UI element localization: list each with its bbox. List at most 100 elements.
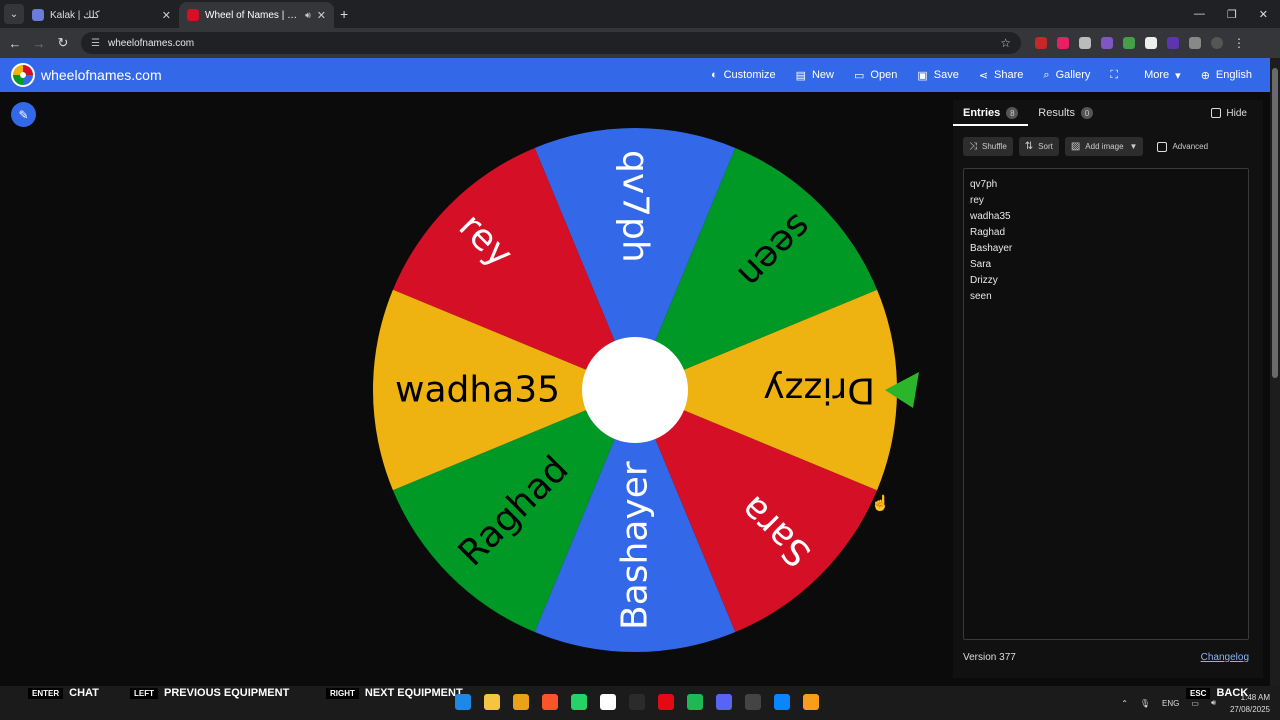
taskbar-app-icon[interactable]	[455, 694, 471, 710]
share-icon: ⋖	[978, 69, 989, 82]
taskbar-apps	[455, 694, 819, 710]
taskbar-app-icon[interactable]	[629, 694, 645, 710]
menu-item-share[interactable]: ⋖ Share	[969, 69, 1034, 82]
entry-line: rey	[970, 195, 984, 206]
close-icon[interactable]: ✕	[162, 9, 171, 22]
tab-entries[interactable]: Entries 8	[953, 100, 1029, 126]
taskbar-app-icon[interactable]	[571, 694, 587, 710]
taskbar-app-icon[interactable]	[803, 694, 819, 710]
taskbar-app-icon[interactable]	[774, 694, 790, 710]
site-info-icon[interactable]: ☰	[91, 38, 100, 49]
hint-key: LEFT	[130, 687, 158, 699]
menu-item-label: Customize	[723, 69, 776, 81]
tab-label: Results	[1038, 107, 1075, 119]
hint-action: CHAT	[69, 687, 99, 699]
extension-icon[interactable]	[1057, 37, 1069, 49]
extension-icon[interactable]	[1123, 37, 1135, 49]
taskbar-app-icon[interactable]	[542, 694, 558, 710]
menu-item-more[interactable]: More ▾	[1134, 69, 1191, 82]
entries-textarea[interactable]: qv7ph rey wadha35 Raghad Bashayer Sara Drizzy s…	[963, 168, 1249, 640]
menu-item-save[interactable]: ▣ Save	[907, 69, 968, 82]
wheel-label: qv7ph	[615, 150, 656, 263]
scrollbar-thumb[interactable]	[1272, 68, 1278, 378]
menu-item-label: Gallery	[1055, 69, 1091, 81]
menu-item-fullscreen[interactable]: ⛶	[1100, 69, 1134, 82]
browser-tab-kalak[interactable]: Kalak | كلك ✕	[24, 2, 179, 28]
back-arrow-icon[interactable]: ←	[3, 36, 27, 51]
add-image-button[interactable]: ▨ Add image ▼	[1064, 137, 1144, 156]
entry-line: Raghad	[970, 227, 1006, 238]
pencil-icon[interactable]: ✎	[11, 102, 36, 127]
taskbar-app-icon[interactable]	[745, 694, 761, 710]
microphone-icon[interactable]: 🎙︎	[1140, 699, 1150, 708]
file-icon: ▤	[795, 69, 806, 82]
close-icon[interactable]: ✕	[317, 9, 326, 22]
extension-icon[interactable]	[1035, 37, 1047, 49]
reload-icon[interactable]: ↻	[51, 35, 75, 51]
tab-favicon	[187, 9, 199, 21]
hint-left-previous: LEFT PREVIOUS EQUIPMENT	[130, 686, 289, 700]
app-title[interactable]: wheelofnames.com	[41, 67, 162, 83]
add-image-label: Add image	[1085, 142, 1124, 151]
plus-icon[interactable]: +	[340, 6, 348, 22]
sort-button[interactable]: ⇅ Sort	[1018, 137, 1059, 156]
menu-item-label: English	[1215, 69, 1252, 81]
language-indicator[interactable]: ENG	[1162, 699, 1179, 708]
volume-icon[interactable]: 🔊︎	[1211, 698, 1216, 708]
taskbar-app-icon[interactable]	[513, 694, 529, 710]
puzzle-icon[interactable]	[1189, 37, 1201, 49]
taskbar-app-icon[interactable]	[600, 694, 616, 710]
sort-icon: ⇅	[1024, 141, 1034, 152]
hide-checkbox[interactable]	[1211, 108, 1222, 118]
taskbar-app-icon[interactable]	[687, 694, 703, 710]
wheel-label: Bashayer	[615, 461, 656, 630]
wheel-logo-icon[interactable]	[11, 63, 35, 87]
speaker-icon[interactable]: 🔊︎	[305, 10, 311, 21]
extension-icon[interactable]	[1167, 37, 1179, 49]
changelog-link[interactable]: Changelog	[1201, 652, 1249, 663]
entry-line: wadha35	[970, 211, 1011, 222]
browser-tab-wheel-of-names[interactable]: Wheel of Names | Random 🔊︎ ✕	[179, 2, 334, 28]
menu-item-english[interactable]: ⊕ English	[1191, 69, 1262, 82]
network-icon[interactable]: ▭	[1191, 699, 1199, 708]
taskbar-app-icon[interactable]	[716, 694, 732, 710]
taskbar-clock[interactable]: 1:48 AM 27/08/2025	[1230, 692, 1270, 716]
screen: ⌄ Kalak | كلك ✕ Wheel of Names | Random …	[0, 0, 1280, 720]
extension-icon[interactable]	[1145, 37, 1157, 49]
tab-label: Entries	[963, 107, 1001, 119]
taskbar-app-icon[interactable]	[484, 694, 500, 710]
taskbar-app-icon[interactable]	[658, 694, 674, 710]
star-icon[interactable]: ☆	[1000, 36, 1011, 50]
save-icon: ▣	[917, 69, 928, 82]
minimize-icon[interactable]: —	[1194, 8, 1205, 21]
close-window-icon[interactable]: ✕	[1259, 8, 1268, 21]
kebab-menu-icon[interactable]: ⋮	[1233, 36, 1245, 50]
menu-item-new[interactable]: ▤ New	[786, 69, 844, 82]
chevron-down-icon[interactable]: ⌄	[4, 4, 24, 24]
tab-title: Kalak | كلك	[50, 9, 100, 21]
wheel-label: Drizzy	[763, 370, 875, 411]
wheel[interactable]: qv7phreywadha35Raghad Bashayer SaraDrizzys…	[368, 124, 928, 664]
extension-icon[interactable]	[1079, 37, 1091, 49]
hide-toggle[interactable]: Hide	[1211, 108, 1247, 119]
menu-item-label: Save	[933, 69, 959, 81]
forward-arrow-icon[interactable]: →	[27, 36, 51, 51]
advanced-checkbox[interactable]	[1157, 141, 1168, 152]
menu-item-open[interactable]: ▭ Open	[844, 69, 907, 82]
restore-icon[interactable]: ❐	[1227, 8, 1237, 21]
advanced-toggle[interactable]: Advanced	[1157, 141, 1208, 152]
version-label: Version 377	[963, 652, 1016, 663]
wheel-hub[interactable]	[582, 337, 688, 443]
menu-item-customize[interactable]: ◐ Customize	[701, 69, 786, 81]
avatar[interactable]	[1211, 37, 1223, 49]
menu-item-gallery[interactable]: ⌕ Gallery	[1033, 69, 1100, 82]
hint-action: NEXT EQUIPMENT	[364, 687, 463, 699]
tab-results[interactable]: Results 0	[1028, 100, 1103, 126]
shuffle-button[interactable]: ⤨ Shuffle	[963, 137, 1013, 156]
app-header: wheelofnames.com ◐ Customize ▤ New ▭ Open ▣ Sav…	[0, 58, 1270, 92]
extension-icon[interactable]	[1101, 37, 1113, 49]
page-scrollbar[interactable]	[1270, 58, 1280, 686]
hint-enter-chat: ENTER CHAT	[28, 686, 99, 700]
chevron-up-icon[interactable]: ⌃	[1121, 699, 1128, 708]
url-field[interactable]: ☰ wheelofnames.com ☆	[81, 32, 1021, 54]
